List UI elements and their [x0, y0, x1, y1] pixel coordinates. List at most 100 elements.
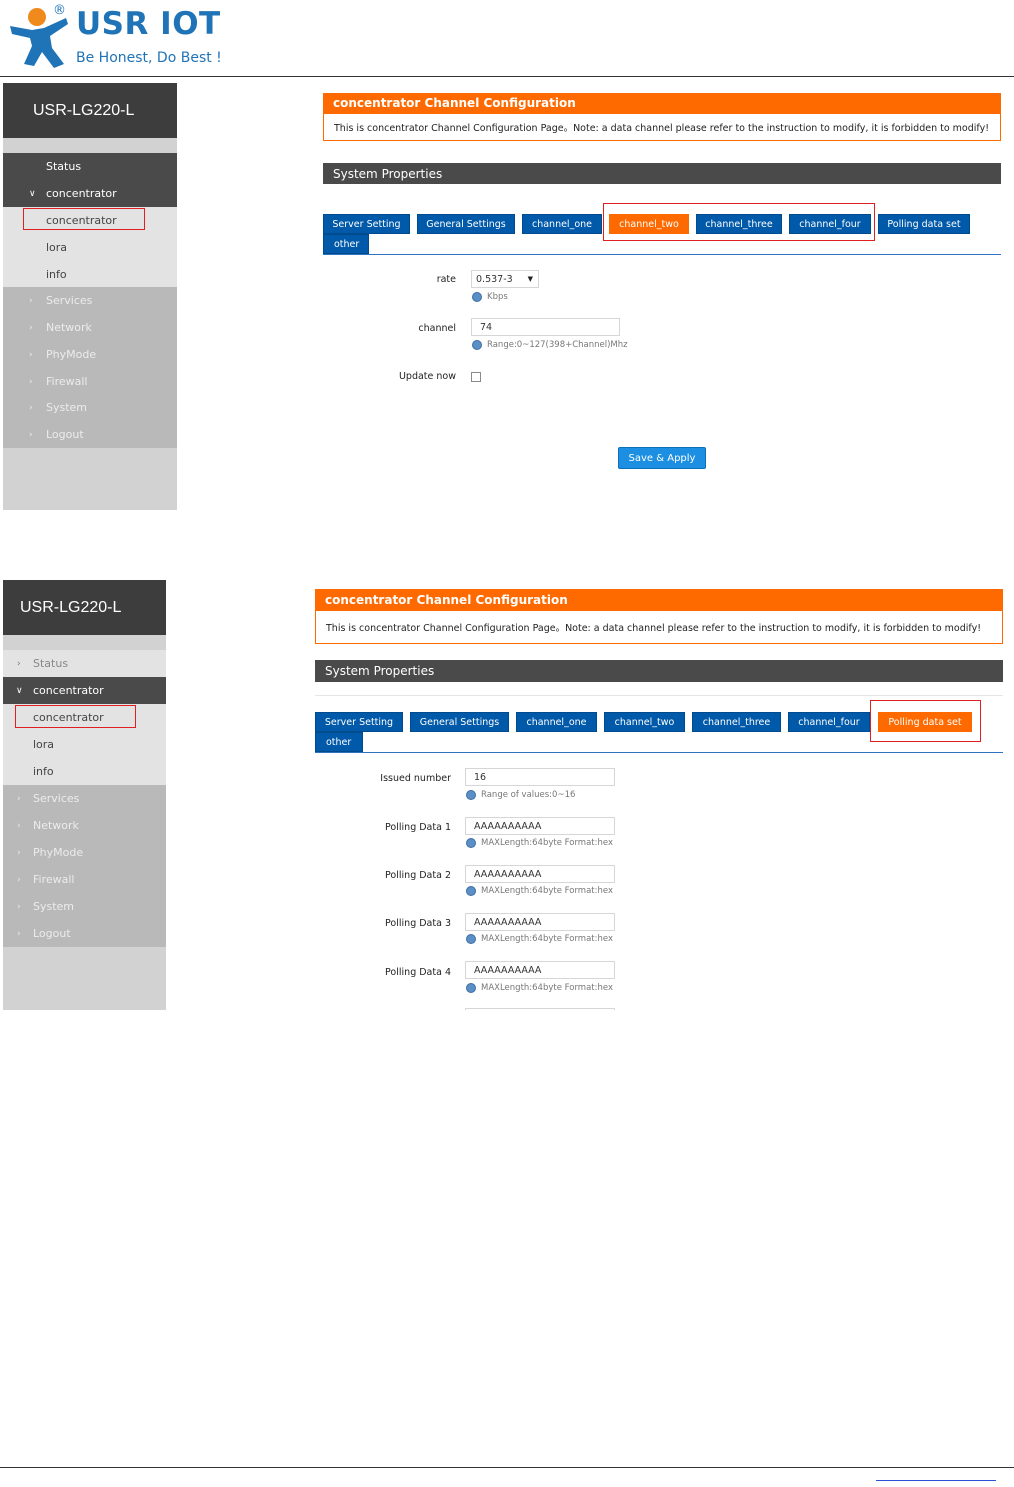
- help-icon: [466, 886, 476, 896]
- chevron-right-icon: ›: [17, 658, 21, 669]
- polling-data-2-hint: MAXLength:64byte Format:hex: [466, 886, 613, 896]
- tab-other[interactable]: other: [323, 234, 369, 254]
- sidebar-item-logout[interactable]: › Logout: [3, 421, 177, 448]
- polling-data-1-label: Polling Data 1: [385, 822, 451, 833]
- tab-other[interactable]: other: [315, 732, 363, 752]
- config-note: This is concentrator Channel Configurati…: [315, 610, 1003, 644]
- polling-data-2-label: Polling Data 2: [385, 870, 451, 881]
- chevron-right-icon: ›: [29, 295, 33, 306]
- section-spacer: [315, 682, 1003, 696]
- footer-divider: [0, 1467, 1014, 1468]
- sidebar-item-concentrator-group[interactable]: ∨ concentrator: [3, 677, 166, 704]
- chevron-right-icon: ›: [29, 402, 33, 413]
- chevron-down-icon: ∨: [16, 685, 23, 696]
- channel-input[interactable]: 74: [471, 318, 620, 336]
- tab-server-setting[interactable]: Server Setting: [323, 214, 410, 234]
- highlight-box: [23, 208, 145, 230]
- tab-channel-three[interactable]: channel_three: [692, 712, 781, 732]
- brand-tagline: Be Honest, Do Best !: [76, 50, 222, 66]
- rate-label: rate: [436, 274, 456, 285]
- tab-channel-four[interactable]: channel_four: [788, 712, 870, 732]
- tab-channel-two[interactable]: channel_two: [604, 712, 685, 732]
- help-icon: [466, 790, 476, 800]
- chevron-right-icon: ›: [29, 349, 33, 360]
- caret-down-icon: ▼: [527, 275, 533, 283]
- polling-data-3-hint: MAXLength:64byte Format:hex: [466, 934, 613, 944]
- highlight-box: [603, 203, 875, 241]
- device-title: USR-LG220-L: [3, 83, 177, 138]
- sidebar-item-phymode[interactable]: › PhyMode: [3, 839, 166, 866]
- page-title: concentrator Channel Configuration: [323, 93, 1001, 113]
- update-now-label: Update now: [398, 371, 456, 382]
- polling-data-4-label: Polling Data 4: [385, 967, 451, 978]
- save-apply-button[interactable]: Save & Apply: [618, 447, 706, 469]
- rate-select[interactable]: 0.537-3 ▼: [471, 270, 539, 288]
- tab-polling-data-set[interactable]: Polling data set: [878, 214, 970, 234]
- chevron-right-icon: ›: [17, 928, 21, 939]
- sidebar-item-info[interactable]: info: [3, 758, 166, 785]
- tab-channel-one[interactable]: channel_one: [522, 214, 602, 234]
- screenshot-polling-data-set: USR-LG220-L › Status ∨ concentrator conc…: [3, 580, 1012, 1010]
- sidebar-item-system[interactable]: › System: [3, 394, 177, 421]
- header-divider: [0, 76, 1014, 77]
- polling-data-2-input[interactable]: AAAAAAAAAA: [465, 865, 615, 883]
- sidebar-item-status[interactable]: Status: [3, 153, 177, 180]
- sidebar-item-lora[interactable]: lora: [3, 234, 177, 261]
- chevron-right-icon: ›: [29, 376, 33, 387]
- sidebar: USR-LG220-L Status ∨ concentrator concen…: [3, 83, 177, 510]
- help-icon: [466, 934, 476, 944]
- sidebar-item-info[interactable]: info: [3, 261, 177, 288]
- section-title: System Properties: [315, 660, 1003, 682]
- config-note: This is concentrator Channel Configurati…: [323, 113, 1001, 141]
- issued-number-label: Issued number: [380, 773, 451, 784]
- page-title: concentrator Channel Configuration: [315, 589, 1003, 610]
- highlight-box: [15, 705, 136, 728]
- sidebar-item-status[interactable]: › Status: [3, 650, 166, 677]
- chevron-right-icon: ›: [17, 847, 21, 858]
- screenshot-channel-two: USR-LG220-L Status ∨ concentrator concen…: [3, 83, 1012, 510]
- issued-number-input[interactable]: 16: [465, 768, 615, 786]
- sidebar-item-services[interactable]: › Services: [3, 287, 177, 314]
- channel-hint: Range:0~127(398+Channel)Mhz: [472, 340, 628, 350]
- help-icon: [466, 838, 476, 848]
- polling-data-1-hint: MAXLength:64byte Format:hex: [466, 838, 613, 848]
- chevron-right-icon: ›: [29, 322, 33, 333]
- tab-general-settings[interactable]: General Settings: [410, 712, 509, 732]
- chevron-right-icon: ›: [29, 429, 33, 440]
- help-icon: [472, 292, 482, 302]
- sidebar-item-firewall[interactable]: › Firewall: [3, 866, 166, 893]
- polling-data-4-input[interactable]: AAAAAAAAAA: [465, 961, 615, 979]
- section-title: System Properties: [323, 163, 1001, 184]
- highlight-box: [870, 700, 981, 742]
- sidebar-item-logout[interactable]: › Logout: [3, 920, 166, 947]
- sidebar-item-concentrator-group[interactable]: ∨ concentrator: [3, 180, 177, 207]
- issued-number-hint: Range of values:0~16: [466, 790, 575, 800]
- document-header: ® USR IOT Be Honest, Do Best !: [0, 0, 1014, 78]
- help-icon: [472, 340, 482, 350]
- footer-link[interactable]: [876, 1480, 996, 1481]
- tab-underline: [315, 752, 1003, 753]
- sidebar-item-network[interactable]: › Network: [3, 812, 166, 839]
- tab-server-setting[interactable]: Server Setting: [315, 712, 403, 732]
- polling-data-4-hint: MAXLength:64byte Format:hex: [466, 983, 613, 993]
- polling-data-3-input[interactable]: AAAAAAAAAA: [465, 913, 615, 931]
- sidebar-item-system[interactable]: › System: [3, 893, 166, 920]
- tab-general-settings[interactable]: General Settings: [417, 214, 515, 234]
- sidebar-item-firewall[interactable]: › Firewall: [3, 368, 177, 395]
- chevron-right-icon: ›: [17, 874, 21, 885]
- update-now-checkbox[interactable]: [471, 372, 481, 382]
- tab-channel-one[interactable]: channel_one: [516, 712, 597, 732]
- sidebar-item-network[interactable]: › Network: [3, 314, 177, 341]
- chevron-down-icon: ∨: [29, 188, 36, 199]
- sidebar-item-phymode[interactable]: › PhyMode: [3, 341, 177, 368]
- registered-mark: ®: [53, 3, 66, 18]
- polling-data-5-input-partial[interactable]: [465, 1008, 615, 1010]
- device-title: USR-LG220-L: [3, 580, 166, 635]
- polling-data-1-input[interactable]: AAAAAAAAAA: [465, 817, 615, 835]
- brand-name: USR IOT: [76, 6, 221, 42]
- rate-hint: Kbps: [472, 292, 508, 302]
- polling-data-3-label: Polling Data 3: [385, 918, 451, 929]
- sidebar-item-lora[interactable]: lora: [3, 731, 166, 758]
- sidebar-item-services[interactable]: › Services: [3, 785, 166, 812]
- channel-label: channel: [418, 323, 456, 334]
